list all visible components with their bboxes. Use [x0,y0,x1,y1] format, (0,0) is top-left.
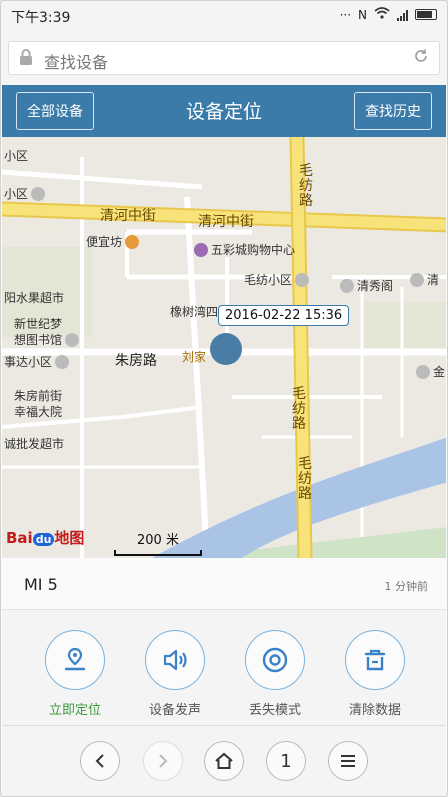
device-location-marker[interactable] [210,333,242,365]
location-icon [64,647,86,671]
device-name: MI 5 [24,575,58,594]
home-button[interactable] [204,741,244,781]
building-icon [31,186,46,201]
scale-label: 200 米 [137,533,179,548]
building-icon [295,272,310,287]
shopping-icon [194,242,208,257]
poi-chengpifa[interactable]: 诚批发超市 [4,435,64,452]
forward-button[interactable] [143,741,183,781]
action-bar: 立即定位 设备发声 丢失模式 清除数据 [2,610,446,726]
restaurant-icon [125,234,140,249]
wifi-icon [374,7,390,22]
poi-xinshiji[interactable]: 新世纪梦 [14,315,62,332]
building-icon [340,278,354,293]
building-icon [55,354,70,369]
poi-wucaicheng[interactable]: 五彩城购物中心 [194,241,295,258]
status-bar: 下午3:39 ··· N [1,1,447,31]
poi-shuiguo[interactable]: 阳水果超市 [4,289,64,306]
history-button[interactable]: 查找历史 [354,92,432,130]
app-header: 全部设备 设备定位 查找历史 [2,85,446,137]
poi-xingfu[interactable]: 幸福大院 [14,403,62,420]
lost-mode-button-circle[interactable] [245,630,305,690]
lost-mode-icon [262,647,288,673]
poi-zhufang-qianjie[interactable]: 朱房前街 [14,387,62,404]
road-label-maofang-mid: 毛纺路 [292,386,306,432]
erase-data-button[interactable]: 清除数据 [325,630,425,718]
battery-icon [415,9,437,20]
browser-nav-bar: 1 [2,726,446,796]
lost-mode-button[interactable]: 丢失模式 [225,630,325,718]
poi-xiangtu[interactable]: 想图书馆 [14,331,80,348]
menu-icon [341,755,355,767]
nfc-icon: N [358,7,367,22]
poi-qingxiuge[interactable]: 清秀阁 [340,277,393,294]
tab-count: 1 [280,750,292,772]
baidu-map-logo: Bai du 地图 [6,529,85,547]
map-scale: 200 米 [114,529,202,556]
play-sound-button[interactable]: 设备发声 [125,630,225,718]
locate-now-label: 立即定位 [48,703,101,718]
map-view[interactable]: 清河中街 清河中街 朱房路 毛纺路 毛纺路 毛纺路 小区 小区 便宜坊 五彩城购… [2,137,446,558]
trash-icon [364,649,386,671]
poi-xiaoqu-mid[interactable]: 小区 [4,185,46,202]
poi-jin[interactable]: 金 [416,363,445,380]
road-label-qinghe-2: 清河中街 [198,214,254,230]
home-icon [215,752,233,769]
menu-button[interactable] [328,741,368,781]
phone-screen: 下午3:39 ··· N 查找设备 全部设备 设备定位 查找历史 清河中街 清河… [0,0,448,797]
speaker-icon [163,649,187,671]
search-field[interactable]: 查找设备 [8,41,440,75]
signal-icon [397,9,408,21]
tabs-button[interactable]: 1 [266,741,306,781]
lost-mode-label: 丢失模式 [248,703,301,718]
scale-bar [114,550,202,556]
poi-liujia[interactable]: 刘家 [182,348,206,365]
poi-bianyifang[interactable]: 便宜坊 [86,233,140,250]
poi-xiangshu[interactable]: 橡树湾四 [170,303,218,320]
poi-shida[interactable]: 事达小区 [4,353,70,370]
back-button[interactable] [80,741,120,781]
chevron-left-icon [95,754,104,768]
address-bar: 查找设备 [1,31,447,85]
search-placeholder: 查找设备 [44,53,109,72]
locate-button-circle[interactable] [45,630,105,690]
erase-button-circle[interactable] [345,630,405,690]
refresh-icon[interactable] [413,48,429,69]
road-label-zhufang: 朱房路 [115,353,157,369]
poi-qing-right[interactable]: 清 [410,271,439,288]
lock-icon [19,49,33,70]
erase-data-label: 清除数据 [348,703,401,718]
chevron-right-icon [159,754,168,768]
road-label-maofang-low: 毛纺路 [298,456,312,502]
location-time-bubble: 2016-02-22 15:36 [218,305,350,326]
play-sound-label: 设备发声 [148,703,201,718]
poi-maofang-xiaoqu[interactable]: 毛纺小区 [244,271,310,288]
status-time: 下午3:39 [11,10,71,26]
dots-icon: ··· [339,7,352,22]
locate-now-button[interactable]: 立即定位 [25,630,125,718]
sound-button-circle[interactable] [145,630,205,690]
poi-xiaoqu-top[interactable]: 小区 [4,147,28,164]
device-updated-time: 1 分钟前 [384,580,429,593]
library-icon [65,332,80,347]
road-label-maofang-top: 毛纺路 [299,163,313,209]
building-icon [416,364,430,379]
road-label-qinghe-1: 清河中街 [100,208,156,224]
status-icons: ··· N [340,7,437,22]
device-row: MI 5 1 分钟前 [2,558,446,610]
building-icon [410,272,424,287]
